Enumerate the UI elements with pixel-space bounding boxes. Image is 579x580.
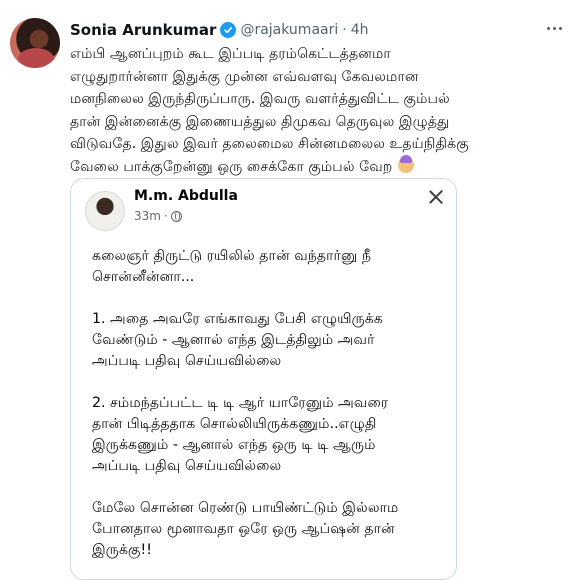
embedded-paragraph: 1. அதை அவரே எங்காவது பேசி எழுயிருக்க வேண… xyxy=(92,309,447,372)
more-options-icon[interactable] xyxy=(543,20,565,36)
globe-icon xyxy=(170,210,182,222)
embedded-line: இருக்கணும் - ஆனால் எந்த ஒரு டி டி ஆரும் xyxy=(92,437,376,453)
close-icon xyxy=(426,187,446,207)
embedded-line: போனதால மூனாவதா ஒரே ஒரு ஆப்ஷன் தான் xyxy=(92,521,395,537)
timestamp[interactable]: 4h xyxy=(351,22,369,38)
embedded-line: தான் பிடித்ததாக சொல்லியிருக்கணும்..எழுதி xyxy=(92,416,377,432)
embedded-line: 2. சம்மந்தப்பட்ட டி டி ஆர் யாரேனும் அவரை xyxy=(92,395,389,411)
facepalm-emoji-icon xyxy=(398,154,415,173)
embedded-line: வேண்டும் - ஆனால் எந்த இடத்திலும் அவர் xyxy=(92,332,375,348)
embedded-line: 1. அதை அவரே எங்காவது பேசி எழுயிருக்க xyxy=(92,311,383,327)
tweet-text-line: தான் இன்னைக்கு இணையத்துல திமுகவ தெருவுல … xyxy=(70,113,450,130)
tweet-text-line: எழுதுறார்ன்னா இதுக்கு முன்ன எவ்வளவு கேவல… xyxy=(70,68,419,85)
embedded-line: மேலே சொன்ன ரெண்டு பாயிண்ட்டும் இல்லாம xyxy=(92,500,399,516)
handle[interactable]: @rajakumaari xyxy=(240,22,338,38)
embedded-paragraph: 2. சம்மந்தப்பட்ட டி டி ஆர் யாரேனும் அவரை… xyxy=(92,393,447,477)
embedded-paragraph: கலைஞர் திருட்டு ரயிலில் தான் வந்தார்னு ந… xyxy=(92,246,447,288)
embedded-paragraph: மேலே சொன்ன ரெண்டு பாயிண்ட்டும் இல்லாம போ… xyxy=(92,498,447,561)
embedded-line: இருக்கு!! xyxy=(92,542,152,558)
embedded-line: கலைஞர் திருட்டு ரயிலில் தான் வந்தார்னு ந… xyxy=(92,248,372,264)
embedded-line: அப்படி பதிவு செய்யவில்லை xyxy=(92,458,282,474)
embedded-post-time: 33m xyxy=(134,209,161,223)
tweet-text: எம்பி ஆனப்புறம் கூட இப்படி தரம்கெட்டத்தன… xyxy=(70,43,575,178)
tweet-text-line: எம்பி ஆனப்புறம் கூட இப்படி தரம்கெட்டத்தன… xyxy=(70,46,391,62)
avatar[interactable] xyxy=(10,18,60,68)
embedded-author-name: M.m. Abdulla xyxy=(134,188,238,204)
tweet-text-line: வேலை பாக்குறேன்னு ஒரு சைக்கோ கும்பல் வேற xyxy=(70,158,393,175)
verified-badge-icon xyxy=(220,22,237,38)
embedded-post-body: கலைஞர் திருட்டு ரயிலில் தான் வந்தார்னு ந… xyxy=(92,246,447,579)
tweet-text-line: மனநிலைல இருந்திருப்பாரு. இவரு வளர்த்துவி… xyxy=(70,91,450,107)
tweet-header: Sonia Arunkumar @rajakumaari · 4h xyxy=(70,18,368,42)
embedded-line: அப்படி பதிவு செய்யவில்லை xyxy=(92,353,282,369)
separator-dot: · xyxy=(342,22,347,38)
embedded-post-image[interactable]: M.m. Abdulla 33m · கலைஞர் திருட்டு ரயிலி… xyxy=(70,178,457,580)
tweet-text-line: விடுவதே. இதுல இவர் தலைமைல சின்னமலைல உதய்… xyxy=(70,136,469,152)
embedded-post-meta: 33m · xyxy=(134,209,182,223)
embedded-line: சொன்னீன்னா... xyxy=(92,269,195,285)
embedded-author-avatar xyxy=(85,191,125,231)
display-name[interactable]: Sonia Arunkumar xyxy=(70,21,216,39)
